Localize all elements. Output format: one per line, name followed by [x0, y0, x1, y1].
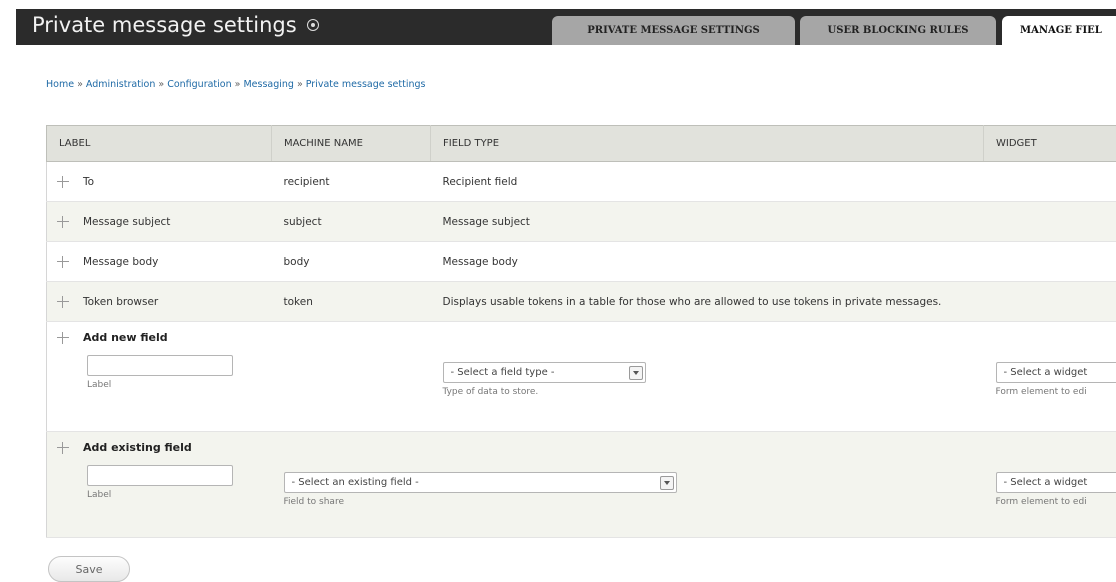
- new-field-label-input[interactable]: [87, 355, 233, 376]
- new-field-widget-select-value: - Select a widget: [1004, 367, 1088, 378]
- new-field-label-description: Label: [87, 380, 272, 390]
- add-new-field-block: Add new field Label: [57, 331, 272, 431]
- column-header-machine-name: MACHINE NAME: [272, 126, 431, 162]
- tab-manage-fields[interactable]: MANAGE FIEL: [1002, 16, 1116, 45]
- add-existing-field-block: Add existing field Label: [57, 441, 272, 537]
- cell-widget: [984, 202, 1116, 242]
- new-field-widget-select[interactable]: - Select a widget: [996, 362, 1116, 383]
- field-type-select-value: - Select a field type -: [451, 367, 555, 378]
- drag-handle-icon[interactable]: [57, 332, 69, 344]
- drag-handle-icon[interactable]: [57, 176, 69, 188]
- column-header-widget: WIDGET: [984, 126, 1116, 162]
- existing-field-select[interactable]: - Select an existing field -: [284, 472, 677, 493]
- cell-widget: [984, 242, 1116, 282]
- drag-handle-icon[interactable]: [57, 296, 69, 308]
- cell-field-type: Displays usable tokens in a table for th…: [431, 282, 984, 322]
- breadcrumb-current[interactable]: Private message settings: [306, 79, 426, 90]
- chevron-down-icon: [660, 476, 674, 490]
- drag-handle-icon[interactable]: [57, 256, 69, 268]
- add-new-widget-cell: - Select a widget Form element to edi: [984, 322, 1116, 432]
- page-title: Private message settings: [32, 13, 297, 37]
- table-row: Message body body Message body: [47, 242, 1116, 282]
- breadcrumb-configuration[interactable]: Configuration: [167, 79, 231, 90]
- add-new-label-cell: Add new field Label: [47, 322, 272, 432]
- existing-field-widget-select[interactable]: - Select a widget: [996, 472, 1116, 493]
- existing-field-widget-description: Form element to edi: [996, 497, 1116, 507]
- breadcrumb-messaging[interactable]: Messaging: [243, 79, 293, 90]
- breadcrumb-home[interactable]: Home: [46, 79, 74, 90]
- cell-label: Token browser: [47, 282, 272, 322]
- table-row: Token browser token Displays usable toke…: [47, 282, 1116, 322]
- cell-machine-name: body: [272, 242, 431, 282]
- add-new-type-cell: - Select a field type - Type of data to …: [431, 322, 984, 432]
- chevron-down-icon: [629, 366, 643, 380]
- tab-private-message-settings[interactable]: PRIVATE MESSAGE SETTINGS: [552, 16, 795, 45]
- table-header-row: LABEL MACHINE NAME FIELD TYPE WIDGET: [47, 126, 1116, 162]
- row-label: Message body: [83, 256, 158, 268]
- cell-machine-name: recipient: [272, 162, 431, 202]
- table-row: Message subject subject Message subject: [47, 202, 1116, 242]
- breadcrumb-administration[interactable]: Administration: [86, 79, 156, 90]
- cell-field-type: Recipient field: [431, 162, 984, 202]
- cell-field-type: Message body: [431, 242, 984, 282]
- breadcrumb-separator: »: [235, 79, 241, 90]
- existing-field-description: Field to share: [284, 497, 984, 507]
- add-shortcut-icon[interactable]: [307, 19, 319, 31]
- add-existing-field-title: Add existing field: [83, 441, 192, 454]
- row-label: To: [83, 176, 94, 188]
- drag-handle-icon[interactable]: [57, 442, 69, 454]
- cell-field-type: Message subject: [431, 202, 984, 242]
- breadcrumb-separator: »: [297, 79, 303, 90]
- add-new-machine-name-cell: [272, 322, 431, 432]
- breadcrumb-separator: »: [158, 79, 164, 90]
- cell-machine-name: token: [272, 282, 431, 322]
- save-button[interactable]: Save: [48, 556, 130, 582]
- existing-field-select-value: - Select an existing field -: [292, 477, 419, 488]
- table-row: To recipient Recipient field: [47, 162, 1116, 202]
- page-title-wrap: Private message settings: [32, 13, 319, 37]
- cell-label: Message subject: [47, 202, 272, 242]
- existing-field-label-input[interactable]: [87, 465, 233, 486]
- existing-field-label-description: Label: [87, 490, 272, 500]
- page-header: Private message settings PRIVATE MESSAGE…: [16, 9, 1116, 45]
- field-type-description: Type of data to store.: [443, 387, 984, 397]
- new-field-widget-description: Form element to edi: [996, 387, 1116, 397]
- column-header-label: LABEL: [47, 126, 272, 162]
- add-existing-field-cell: - Select an existing field - Field to sh…: [272, 432, 984, 538]
- cell-widget: [984, 282, 1116, 322]
- add-existing-widget-cell: - Select a widget Form element to edi: [984, 432, 1116, 538]
- field-type-select[interactable]: - Select a field type -: [443, 362, 646, 383]
- add-new-field-title: Add new field: [83, 331, 168, 344]
- column-header-field-type: FIELD TYPE: [431, 126, 984, 162]
- existing-field-widget-select-value: - Select a widget: [1004, 477, 1088, 488]
- drag-handle-icon[interactable]: [57, 216, 69, 228]
- cell-widget: [984, 162, 1116, 202]
- add-existing-label-cell: Add existing field Label: [47, 432, 272, 538]
- add-new-field-row: Add new field Label - Select a field typ…: [47, 322, 1116, 432]
- cell-machine-name: subject: [272, 202, 431, 242]
- row-label: Message subject: [83, 216, 170, 228]
- row-label: Token browser: [83, 296, 158, 308]
- cell-label: Message body: [47, 242, 272, 282]
- add-existing-field-row: Add existing field Label - Select an exi…: [47, 432, 1116, 538]
- breadcrumb-separator: »: [77, 79, 83, 90]
- breadcrumb: Home»Administration»Configuration»Messag…: [46, 79, 426, 90]
- tab-user-blocking-rules[interactable]: USER BLOCKING RULES: [800, 16, 996, 45]
- cell-label: To: [47, 162, 272, 202]
- fields-table: LABEL MACHINE NAME FIELD TYPE WIDGET To …: [46, 125, 1116, 538]
